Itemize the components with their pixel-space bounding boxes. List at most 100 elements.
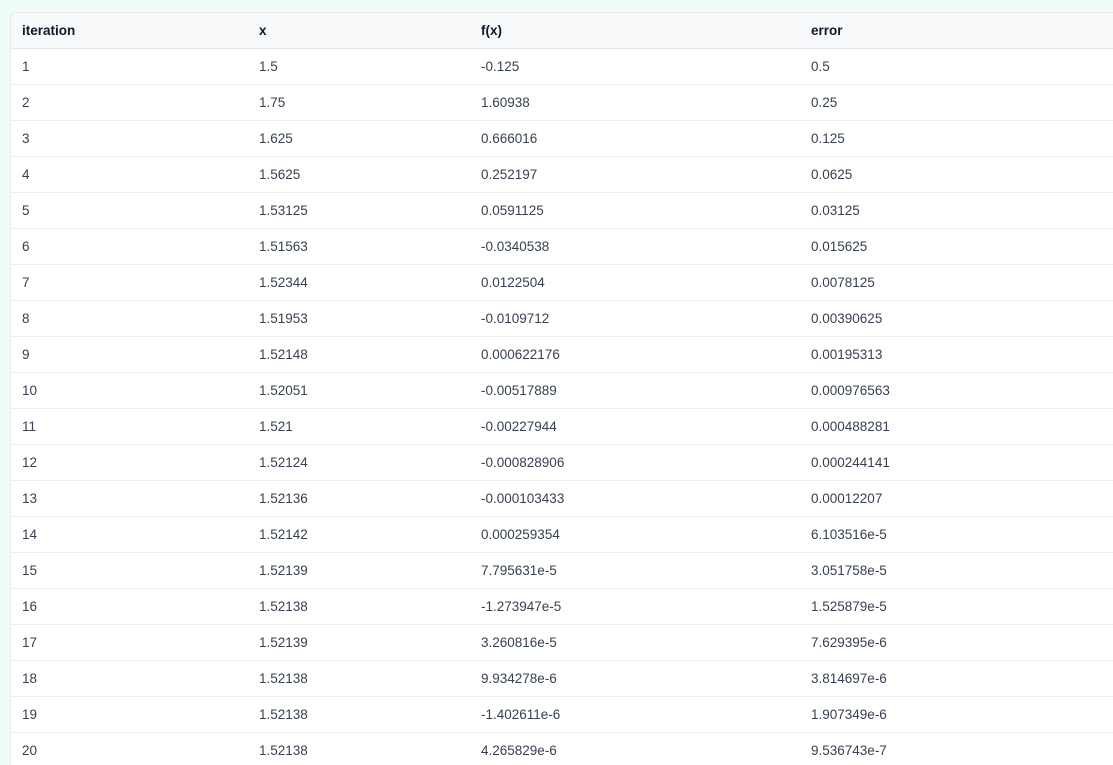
table-body: 1 1.5 -0.125 0.5 2 1.75 1.60938 0.25 3 1.625 0.666… (11, 48, 1113, 765)
cell-fx: -0.125 (470, 48, 800, 85)
cell-fx: -0.000103433 (470, 480, 800, 517)
cell-iteration: 18 (11, 660, 248, 697)
cell-fx: 3.260816e-5 (470, 624, 800, 661)
cell-iteration: 9 (11, 336, 248, 373)
cell-fx: 4.265829e-6 (470, 732, 800, 765)
header-row: iteration x f(x) error (11, 13, 1113, 49)
cell-x: 1.52124 (248, 444, 470, 481)
cell-x: 1.52139 (248, 624, 470, 661)
cell-fx: -1.273947e-5 (470, 588, 800, 625)
cell-error: 7.629395e-6 (800, 624, 1113, 661)
cell-error: 1.907349e-6 (800, 696, 1113, 733)
column-header-error[interactable]: error (800, 13, 1113, 49)
cell-x: 1.52138 (248, 732, 470, 765)
table-row: 5 1.53125 0.0591125 0.03125 (11, 192, 1113, 229)
column-header-x[interactable]: x (248, 13, 470, 49)
cell-fx: -0.0340538 (470, 228, 800, 265)
cell-iteration: 8 (11, 300, 248, 337)
table-row: 7 1.52344 0.0122504 0.0078125 (11, 264, 1113, 301)
cell-fx: 0.000259354 (470, 516, 800, 553)
cell-x: 1.52136 (248, 480, 470, 517)
results-table-container: iteration x f(x) error 1 1.5 -0.125 0.5 2 1.7… (10, 12, 1113, 765)
table-header: iteration x f(x) error (11, 13, 1113, 49)
cell-fx: -0.0109712 (470, 300, 800, 337)
cell-error: 3.814697e-6 (800, 660, 1113, 697)
table-row: 4 1.5625 0.252197 0.0625 (11, 156, 1113, 193)
cell-fx: 0.0591125 (470, 192, 800, 229)
cell-fx: 0.0122504 (470, 264, 800, 301)
cell-fx: 0.000622176 (470, 336, 800, 373)
cell-x: 1.52051 (248, 372, 470, 409)
cell-error: 0.00195313 (800, 336, 1113, 373)
table-row: 10 1.52051 -0.00517889 0.000976563 (11, 372, 1113, 409)
cell-x: 1.52142 (248, 516, 470, 553)
column-header-iteration[interactable]: iteration (11, 13, 248, 49)
table-row: 1 1.5 -0.125 0.5 (11, 48, 1113, 85)
table-row: 3 1.625 0.666016 0.125 (11, 120, 1113, 157)
table-row: 11 1.521 -0.00227944 0.000488281 (11, 408, 1113, 445)
cell-error: 9.536743e-7 (800, 732, 1113, 765)
cell-fx: 0.252197 (470, 156, 800, 193)
cell-iteration: 6 (11, 228, 248, 265)
cell-x: 1.52148 (248, 336, 470, 373)
table-row: 13 1.52136 -0.000103433 0.00012207 (11, 480, 1113, 517)
cell-error: 0.25 (800, 84, 1113, 121)
cell-iteration: 10 (11, 372, 248, 409)
table-row: 16 1.52138 -1.273947e-5 1.525879e-5 (11, 588, 1113, 625)
cell-error: 1.525879e-5 (800, 588, 1113, 625)
cell-error: 0.00390625 (800, 300, 1113, 337)
cell-error: 0.000488281 (800, 408, 1113, 445)
cell-x: 1.625 (248, 120, 470, 157)
cell-x: 1.52344 (248, 264, 470, 301)
cell-fx: 1.60938 (470, 84, 800, 121)
cell-fx: 7.795631e-5 (470, 552, 800, 589)
cell-iteration: 13 (11, 480, 248, 517)
table-row: 12 1.52124 -0.000828906 0.000244141 (11, 444, 1113, 481)
cell-iteration: 19 (11, 696, 248, 733)
cell-iteration: 16 (11, 588, 248, 625)
cell-x: 1.75 (248, 84, 470, 121)
cell-fx: 9.934278e-6 (470, 660, 800, 697)
cell-x: 1.5625 (248, 156, 470, 193)
cell-fx: -0.000828906 (470, 444, 800, 481)
cell-error: 0.5 (800, 48, 1113, 85)
cell-x: 1.51563 (248, 228, 470, 265)
results-table: iteration x f(x) error 1 1.5 -0.125 0.5 2 1.7… (11, 13, 1113, 765)
cell-error: 0.00012207 (800, 480, 1113, 517)
table-row: 18 1.52138 9.934278e-6 3.814697e-6 (11, 660, 1113, 697)
cell-fx: 0.666016 (470, 120, 800, 157)
cell-error: 0.0078125 (800, 264, 1113, 301)
table-row: 14 1.52142 0.000259354 6.103516e-5 (11, 516, 1113, 553)
cell-iteration: 11 (11, 408, 248, 445)
table-row: 6 1.51563 -0.0340538 0.015625 (11, 228, 1113, 265)
table-row: 19 1.52138 -1.402611e-6 1.907349e-6 (11, 696, 1113, 733)
cell-x: 1.521 (248, 408, 470, 445)
table-row: 8 1.51953 -0.0109712 0.00390625 (11, 300, 1113, 337)
cell-iteration: 1 (11, 48, 248, 85)
cell-error: 3.051758e-5 (800, 552, 1113, 589)
cell-iteration: 12 (11, 444, 248, 481)
cell-error: 0.015625 (800, 228, 1113, 265)
cell-x: 1.52139 (248, 552, 470, 589)
cell-iteration: 3 (11, 120, 248, 157)
cell-error: 0.125 (800, 120, 1113, 157)
cell-error: 0.000976563 (800, 372, 1113, 409)
cell-x: 1.52138 (248, 696, 470, 733)
cell-iteration: 20 (11, 732, 248, 765)
column-header-fx[interactable]: f(x) (470, 13, 800, 49)
cell-iteration: 14 (11, 516, 248, 553)
cell-iteration: 17 (11, 624, 248, 661)
cell-fx: -1.402611e-6 (470, 696, 800, 733)
cell-iteration: 4 (11, 156, 248, 193)
table-row: 20 1.52138 4.265829e-6 9.536743e-7 (11, 732, 1113, 765)
cell-error: 0.0625 (800, 156, 1113, 193)
cell-iteration: 5 (11, 192, 248, 229)
cell-x: 1.5 (248, 48, 470, 85)
cell-fx: -0.00517889 (470, 372, 800, 409)
cell-iteration: 15 (11, 552, 248, 589)
cell-error: 6.103516e-5 (800, 516, 1113, 553)
cell-x: 1.52138 (248, 660, 470, 697)
table-row: 9 1.52148 0.000622176 0.00195313 (11, 336, 1113, 373)
cell-x: 1.51953 (248, 300, 470, 337)
table-row: 15 1.52139 7.795631e-5 3.051758e-5 (11, 552, 1113, 589)
